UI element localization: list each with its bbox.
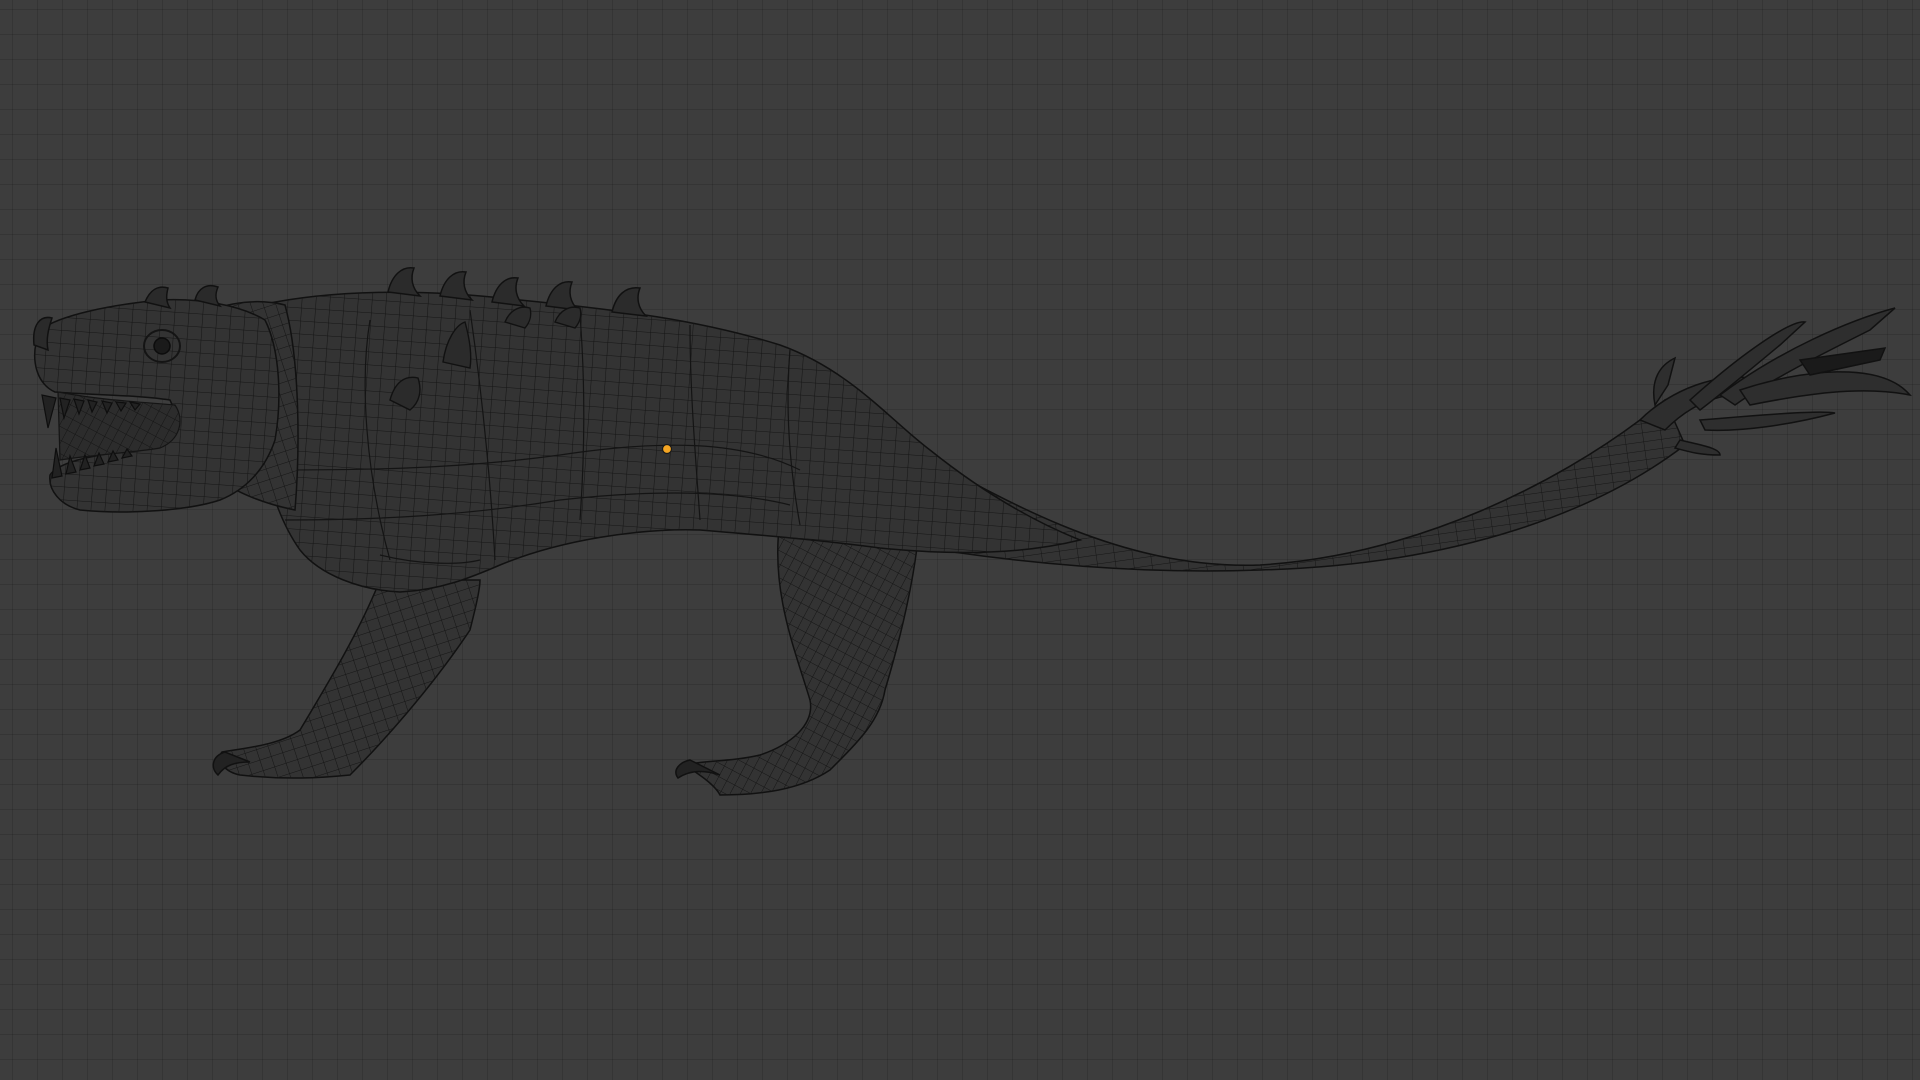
object-origin-dot[interactable] <box>661 443 673 455</box>
eye[interactable] <box>153 337 171 355</box>
creature-mesh[interactable] <box>32 267 1912 796</box>
tail-spikes[interactable] <box>1638 307 1912 456</box>
viewport-scene[interactable] <box>0 0 1920 1080</box>
3d-viewport[interactable] <box>0 0 1920 1080</box>
